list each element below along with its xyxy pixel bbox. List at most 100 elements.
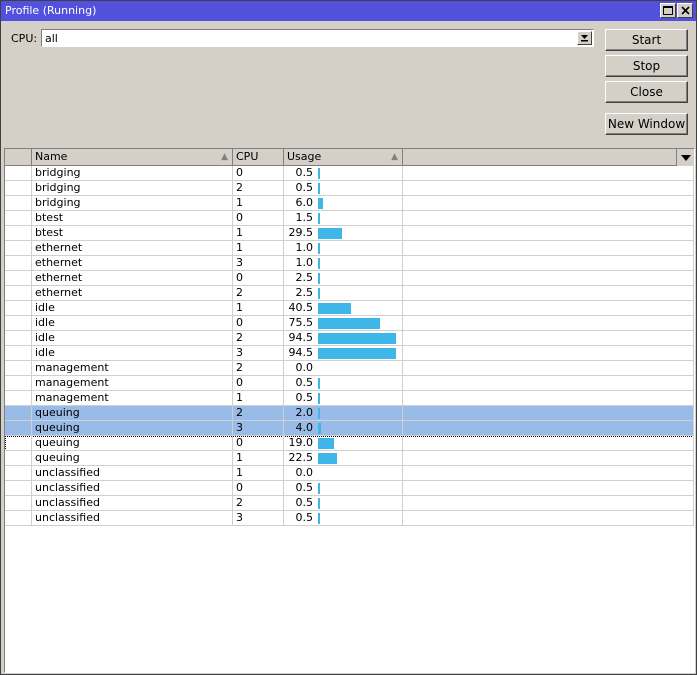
row-marker xyxy=(5,376,32,391)
profile-table[interactable]: Name ▲ CPU Usage ▲ bridging 0 0.5 bridging 2… xyxy=(4,148,695,673)
usage-bar xyxy=(318,423,321,434)
column-header-filler xyxy=(403,149,677,166)
cell-cpu: 0 xyxy=(233,436,284,451)
usage-bar xyxy=(318,438,334,449)
table-row[interactable]: unclassified 1 0.0 xyxy=(5,466,694,481)
cell-cpu: 0 xyxy=(233,481,284,496)
column-header-cpu[interactable]: CPU xyxy=(233,149,284,166)
usage-bar xyxy=(318,348,396,359)
usage-value: 1.0 xyxy=(295,241,314,254)
cell-filler xyxy=(403,466,694,481)
usage-value: 6.0 xyxy=(295,196,314,209)
row-marker xyxy=(5,496,32,511)
new-window-button[interactable]: New Window xyxy=(605,113,688,135)
cell-filler xyxy=(403,361,694,376)
usage-bar xyxy=(318,168,320,179)
cell-filler xyxy=(403,421,694,436)
table-row[interactable]: bridging 0 0.5 xyxy=(5,166,694,181)
usage-value: 19.0 xyxy=(288,436,314,449)
usage-bar xyxy=(318,318,380,329)
cell-usage: 0.5 xyxy=(284,511,403,526)
usage-value: 2.0 xyxy=(295,406,314,419)
cell-name: unclassified xyxy=(32,466,233,481)
cell-cpu: 0 xyxy=(233,211,284,226)
usage-bar xyxy=(318,198,323,209)
cell-usage: 75.5 xyxy=(284,316,403,331)
usage-value: 0.5 xyxy=(295,166,314,179)
table-row[interactable]: unclassified 2 0.5 xyxy=(5,496,694,511)
cell-usage: 0.5 xyxy=(284,481,403,496)
column-header-marker[interactable] xyxy=(5,149,32,166)
table-row[interactable]: ethernet 2 2.5 xyxy=(5,286,694,301)
cell-filler xyxy=(403,226,694,241)
close-button[interactable]: Close xyxy=(605,81,688,103)
table-row[interactable]: management 1 0.5 xyxy=(5,391,694,406)
cell-cpu: 1 xyxy=(233,241,284,256)
cell-filler xyxy=(403,241,694,256)
cell-usage: 94.5 xyxy=(284,331,403,346)
row-marker xyxy=(5,436,32,451)
cell-cpu: 2 xyxy=(233,286,284,301)
usage-value: 0.5 xyxy=(295,481,314,494)
close-window-button[interactable] xyxy=(677,3,693,18)
table-row[interactable]: btest 1 29.5 xyxy=(5,226,694,241)
cell-usage: 0.5 xyxy=(284,181,403,196)
column-header-cpu-label: CPU xyxy=(236,150,259,163)
table-header: Name ▲ CPU Usage ▲ xyxy=(5,149,694,166)
table-row[interactable]: bridging 2 0.5 xyxy=(5,181,694,196)
usage-value: 75.5 xyxy=(288,316,314,329)
table-row[interactable]: idle 2 94.5 xyxy=(5,331,694,346)
cpu-select[interactable]: all xyxy=(41,29,594,47)
cell-cpu: 2 xyxy=(233,331,284,346)
cell-name: idle xyxy=(32,331,233,346)
cell-cpu: 1 xyxy=(233,226,284,241)
table-row[interactable]: ethernet 1 1.0 xyxy=(5,241,694,256)
cell-usage: 2.5 xyxy=(284,286,403,301)
table-row[interactable]: idle 0 75.5 xyxy=(5,316,694,331)
table-row[interactable]: bridging 1 6.0 xyxy=(5,196,694,211)
arrow-down-icon xyxy=(680,154,691,161)
table-row[interactable]: queuing 1 22.5 xyxy=(5,451,694,466)
table-row[interactable]: idle 3 94.5 xyxy=(5,346,694,361)
row-marker xyxy=(5,271,32,286)
sort-asc-icon: ▲ xyxy=(221,152,228,162)
column-menu-button[interactable] xyxy=(677,149,694,166)
cell-cpu: 0 xyxy=(233,376,284,391)
cell-usage: 19.0 xyxy=(284,436,403,451)
table-row[interactable]: management 0 0.5 xyxy=(5,376,694,391)
cell-filler xyxy=(403,451,694,466)
cell-usage: 40.5 xyxy=(284,301,403,316)
cell-name: idle xyxy=(32,301,233,316)
table-row[interactable]: queuing 2 2.0 xyxy=(5,406,694,421)
cell-name: idle xyxy=(32,316,233,331)
usage-value: 40.5 xyxy=(288,301,314,314)
usage-value: 22.5 xyxy=(288,451,314,464)
table-row[interactable]: queuing 3 4.0 xyxy=(5,421,694,436)
cell-filler xyxy=(403,211,694,226)
cell-filler xyxy=(403,496,694,511)
table-row[interactable]: queuing 0 19.0 xyxy=(5,436,694,451)
maximize-button[interactable] xyxy=(660,3,676,18)
table-row[interactable]: idle 1 40.5 xyxy=(5,301,694,316)
cell-name: management xyxy=(32,376,233,391)
cell-filler xyxy=(403,406,694,421)
title-bar[interactable]: Profile (Running) xyxy=(1,1,696,21)
column-header-usage[interactable]: Usage ▲ xyxy=(284,149,403,166)
table-row[interactable]: btest 0 1.5 xyxy=(5,211,694,226)
usage-bar xyxy=(318,378,320,389)
usage-value: 0.5 xyxy=(295,391,314,404)
cpu-dropdown-button[interactable] xyxy=(577,31,592,45)
table-row[interactable]: management 2 0.0 xyxy=(5,361,694,376)
usage-bar xyxy=(318,273,320,284)
start-button[interactable]: Start xyxy=(605,29,688,51)
table-row[interactable]: ethernet 3 1.0 xyxy=(5,256,694,271)
cell-filler xyxy=(403,166,694,181)
cell-name: bridging xyxy=(32,196,233,211)
row-marker xyxy=(5,196,32,211)
column-header-name[interactable]: Name ▲ xyxy=(32,149,233,166)
table-row[interactable]: unclassified 3 0.5 xyxy=(5,511,694,526)
table-row[interactable]: ethernet 0 2.5 xyxy=(5,271,694,286)
table-row[interactable]: unclassified 0 0.5 xyxy=(5,481,694,496)
stop-button[interactable]: Stop xyxy=(605,55,688,77)
cell-filler xyxy=(403,271,694,286)
